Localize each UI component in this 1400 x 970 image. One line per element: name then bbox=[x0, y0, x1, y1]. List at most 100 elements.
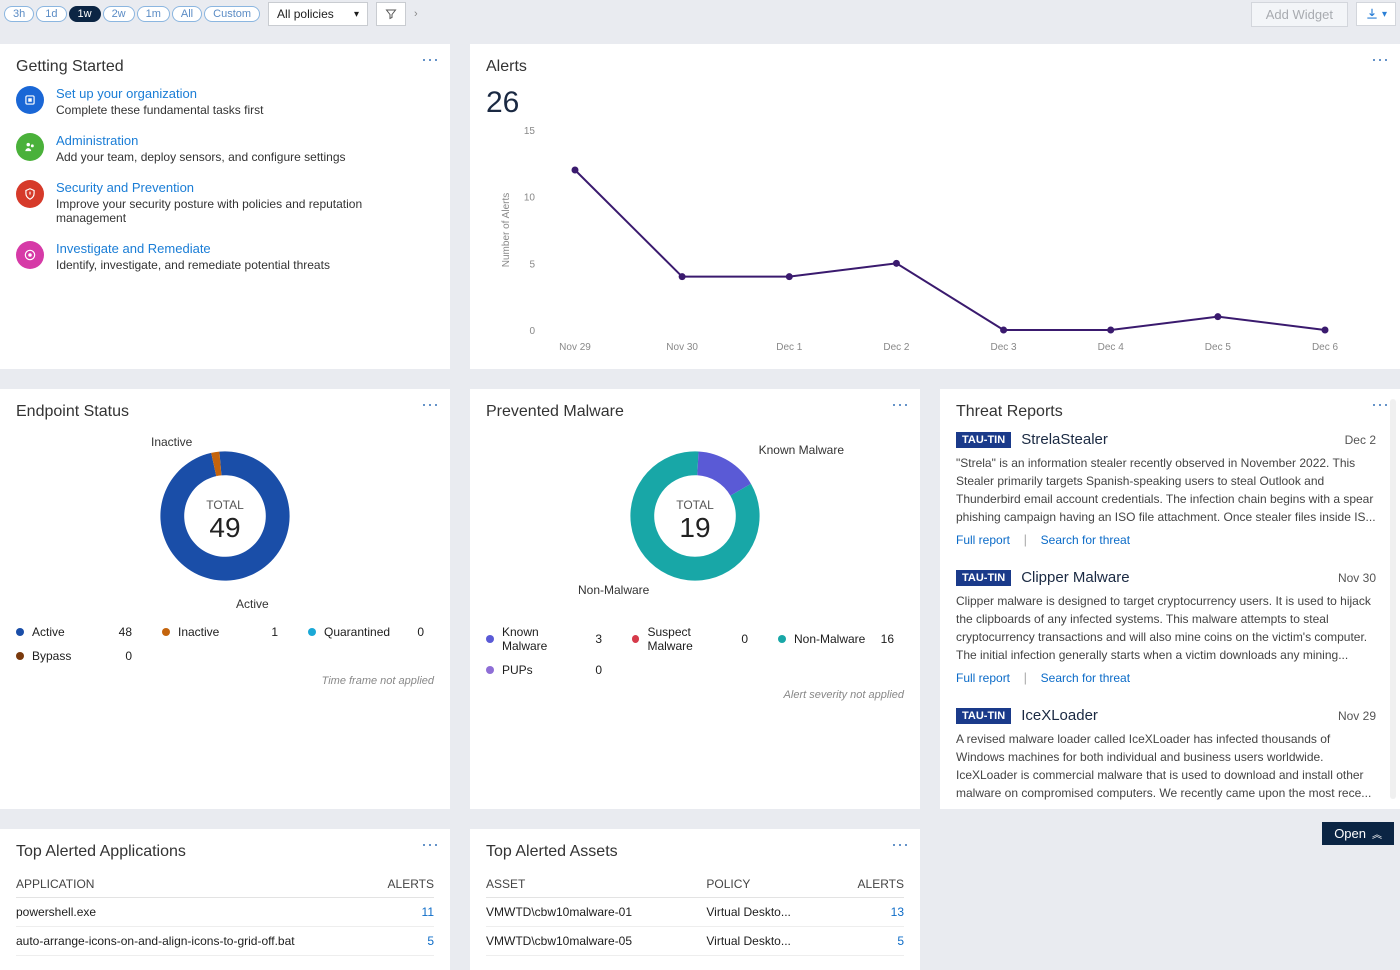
threat-report-item: TAU-TIN IceXLoader Nov 29 A revised malw… bbox=[956, 707, 1376, 809]
threat-badge: TAU-TIN bbox=[956, 570, 1011, 586]
alert-count[interactable]: 5 bbox=[374, 927, 434, 956]
card-menu-icon[interactable]: ⋯ bbox=[421, 395, 440, 416]
add-widget-button[interactable]: Add Widget bbox=[1251, 2, 1348, 27]
alert-count[interactable]: 11 bbox=[374, 898, 434, 927]
card-title: Threat Reports bbox=[956, 403, 1376, 421]
getting-started-card: ⋯ Getting Started Set up your organizati… bbox=[0, 44, 450, 369]
total-label: TOTAL bbox=[206, 498, 244, 512]
donut-label-nonmalware: Non-Malware bbox=[578, 583, 649, 597]
card-title: Top Alerted Applications bbox=[16, 843, 434, 861]
card-menu-icon[interactable]: ⋯ bbox=[1371, 50, 1390, 71]
top-assets-table: ASSET POLICY ALERTS VMWTD\cbw10malware-0… bbox=[486, 871, 904, 956]
threat-description: "Strela" is an information stealer recen… bbox=[956, 454, 1376, 526]
gs-link[interactable]: Set up your organization bbox=[56, 86, 263, 101]
table-row[interactable]: VMWTD\cbw10malware-05Virtual Deskto...5 bbox=[486, 927, 904, 956]
svg-text:Dec 3: Dec 3 bbox=[991, 342, 1018, 353]
filter-icon bbox=[385, 8, 397, 20]
getting-started-item: Investigate and Remediate Identify, inves… bbox=[16, 241, 434, 272]
legend-item: Bypass0 bbox=[16, 649, 142, 663]
total-label: TOTAL bbox=[676, 498, 714, 512]
legend-dot-icon bbox=[486, 666, 494, 674]
legend-label: PUPs bbox=[502, 663, 533, 677]
legend-dot-icon bbox=[632, 635, 639, 643]
card-menu-icon[interactable]: ⋯ bbox=[1371, 395, 1390, 416]
legend-label: Non-Malware bbox=[794, 632, 865, 646]
legend-item: Suspect Malware0 bbox=[632, 625, 758, 653]
full-report-link[interactable]: Full report bbox=[956, 533, 1010, 547]
svg-text:10: 10 bbox=[524, 193, 536, 204]
svg-text:Dec 2: Dec 2 bbox=[883, 342, 910, 353]
gs-link[interactable]: Investigate and Remediate bbox=[56, 241, 330, 256]
scrollbar[interactable] bbox=[1390, 399, 1396, 799]
legend-label: Known Malware bbox=[502, 625, 587, 653]
col-application: APPLICATION bbox=[16, 871, 374, 898]
card-menu-icon[interactable]: ⋯ bbox=[421, 50, 440, 71]
svg-text:Dec 4: Dec 4 bbox=[1098, 342, 1125, 353]
time-range-custom[interactable]: Custom bbox=[204, 6, 260, 22]
card-menu-icon[interactable]: ⋯ bbox=[891, 395, 910, 416]
legend-item: Non-Malware 16 bbox=[778, 625, 904, 653]
table-row[interactable]: VMWTD\cbw10malware-01Virtual Deskto...13 bbox=[486, 898, 904, 927]
time-range-1m[interactable]: 1m bbox=[137, 6, 170, 22]
legend-label: Inactive bbox=[178, 625, 219, 639]
download-icon bbox=[1365, 7, 1379, 21]
policy-name: Virtual Deskto... bbox=[706, 927, 833, 956]
card-title: Top Alerted Assets bbox=[486, 843, 904, 861]
open-tab-button[interactable]: Open ︽ bbox=[1322, 822, 1394, 845]
getting-started-item: Set up your organization Complete these f… bbox=[16, 86, 434, 117]
threat-description: Clipper malware is designed to target cr… bbox=[956, 592, 1376, 664]
threat-badge: TAU-TIN bbox=[956, 432, 1011, 448]
alerts-total: 26 bbox=[486, 86, 1384, 120]
legend-dot-icon bbox=[16, 652, 24, 660]
time-range-2w[interactable]: 2w bbox=[103, 6, 135, 22]
policy-select[interactable]: All policies ▾ bbox=[268, 2, 368, 26]
gs-desc: Complete these fundamental tasks first bbox=[56, 103, 263, 117]
gs-desc: Add your team, deploy sensors, and confi… bbox=[56, 150, 346, 164]
search-threat-link[interactable]: Search for threat bbox=[1041, 671, 1130, 685]
alert-count[interactable]: 5 bbox=[834, 927, 904, 956]
svg-text:Dec 1: Dec 1 bbox=[776, 342, 803, 353]
time-range-1w[interactable]: 1w bbox=[69, 6, 101, 22]
donut-label-inactive: Inactive bbox=[151, 435, 192, 449]
legend-label: Suspect Malware bbox=[647, 625, 733, 653]
legend-label: Quarantined bbox=[324, 625, 390, 639]
filter-button[interactable] bbox=[376, 2, 406, 26]
card-menu-icon[interactable]: ⋯ bbox=[421, 835, 440, 856]
total-value: 19 bbox=[676, 512, 714, 544]
alert-count[interactable]: 13 bbox=[834, 898, 904, 927]
legend-dot-icon bbox=[16, 628, 24, 636]
legend-dot-icon bbox=[486, 635, 494, 643]
svg-text:0: 0 bbox=[529, 326, 535, 337]
threat-badge: TAU-TIN bbox=[956, 708, 1011, 724]
gs-link[interactable]: Administration bbox=[56, 133, 346, 148]
card-title: Endpoint Status bbox=[16, 403, 434, 421]
search-threat-link[interactable]: Search for threat bbox=[1041, 533, 1130, 547]
full-report-link[interactable]: Full report bbox=[956, 671, 1010, 685]
table-row[interactable]: powershell.exe11 bbox=[16, 898, 434, 927]
card-title: Alerts bbox=[486, 58, 1384, 76]
app-name: powershell.exe bbox=[16, 898, 374, 927]
legend-value: 16 bbox=[881, 632, 904, 646]
col-asset: ASSET bbox=[486, 871, 706, 898]
time-range-3h[interactable]: 3h bbox=[4, 6, 34, 22]
card-menu-icon[interactable]: ⋯ bbox=[891, 835, 910, 856]
donut-label-known: Known Malware bbox=[759, 443, 844, 457]
chevron-down-icon: ▾ bbox=[354, 9, 359, 20]
time-range-all[interactable]: All bbox=[172, 6, 202, 22]
table-row[interactable]: auto-arrange-icons-on-and-align-icons-to… bbox=[16, 927, 434, 956]
target-icon bbox=[16, 241, 44, 269]
total-value: 49 bbox=[206, 512, 244, 544]
top-apps-table: APPLICATION ALERTS powershell.exe11auto-… bbox=[16, 871, 434, 956]
chevron-right-icon: › bbox=[414, 8, 418, 20]
policy-select-label: All policies bbox=[277, 7, 334, 21]
asset-name: VMWTD\cbw10malware-01 bbox=[486, 898, 706, 927]
download-button[interactable]: ▾ bbox=[1356, 2, 1396, 26]
gs-desc: Identify, investigate, and remediate pot… bbox=[56, 258, 330, 272]
legend-value: 3 bbox=[595, 632, 612, 646]
card-footer: Alert severity not applied bbox=[486, 689, 904, 701]
gs-link[interactable]: Security and Prevention bbox=[56, 180, 434, 195]
legend-value: 1 bbox=[271, 625, 288, 639]
alerts-card: ⋯ Alerts 26 051015Number of AlertsNov 29… bbox=[470, 44, 1400, 369]
time-range-1d[interactable]: 1d bbox=[36, 6, 66, 22]
legend-label: Active bbox=[32, 625, 65, 639]
